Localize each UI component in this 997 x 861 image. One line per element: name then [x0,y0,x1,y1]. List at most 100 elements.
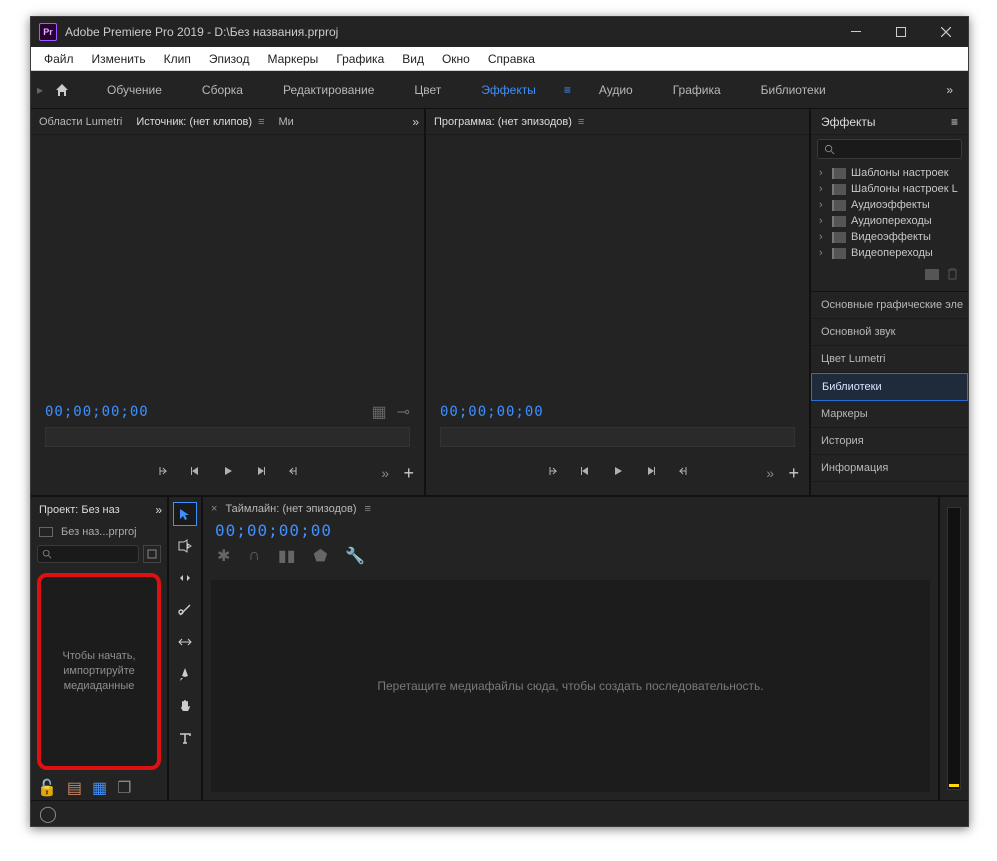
mark-in-button[interactable] [158,464,170,482]
workspace-editing[interactable]: Редактирование [263,73,394,107]
workspace-audio[interactable]: Аудио [579,73,653,107]
tabs-overflow-icon[interactable]: » [412,115,416,129]
magnet-icon[interactable]: ∩ [248,547,260,565]
timeline-hint-label: Перетащите медиафайлы сюда, чтобы создат… [377,679,763,693]
workspace-learn[interactable]: Обучение [87,73,182,107]
source-timecode[interactable]: 00;00;00;00 [45,404,149,420]
panel-lumetri-color[interactable]: Цвет Lumetri [811,346,968,373]
project-filter-button[interactable] [143,545,161,563]
freeform-view-icon[interactable]: ❐ [117,778,131,798]
audio-meter-panel [940,497,968,800]
panel-essential-sound[interactable]: Основной звук [811,319,968,346]
transport-more-icon[interactable]: » [766,465,771,481]
workspace-color[interactable]: Цвет [394,73,461,107]
menu-file[interactable]: Файл [35,50,83,68]
track-select-tool[interactable] [174,535,196,557]
timeline-timecode[interactable]: 00;00;00;00 [203,521,938,540]
menu-sequence[interactable]: Эпизод [200,50,259,68]
slip-tool[interactable] [174,631,196,653]
workspace-menu-icon[interactable]: ≡ [556,83,579,97]
panel-info[interactable]: Информация [811,455,968,482]
tabs-overflow-icon[interactable]: » [155,503,159,517]
menu-help[interactable]: Справка [479,50,544,68]
tab-project[interactable]: Проект: Без наз [39,504,120,516]
step-forward-button[interactable] [644,464,656,482]
workspace-assembly[interactable]: Сборка [182,73,263,107]
mark-out-button[interactable] [676,464,688,482]
menu-edit[interactable]: Изменить [83,50,155,68]
effects-folder[interactable]: ›Аудиоэффекты [811,197,968,213]
step-back-button[interactable] [190,464,202,482]
program-scrubber[interactable] [440,427,795,447]
import-hint-label: Чтобы начать, импортируйте медиаданные [45,649,153,694]
menu-window[interactable]: Окно [433,50,479,68]
panel-libraries[interactable]: Библиотеки [811,373,968,401]
audio-meter[interactable] [947,507,961,790]
linked-selection-icon[interactable]: ▮▮ [278,546,296,566]
hamburger-icon[interactable]: ≡ [258,116,264,128]
play-button[interactable] [612,464,624,482]
menu-graphics[interactable]: Графика [327,50,393,68]
wrench-icon[interactable]: 🔧 [345,546,365,566]
program-timecode[interactable]: 00;00;00;00 [440,404,544,420]
effects-folder[interactable]: ›Шаблоны настроек [811,165,968,181]
workspace-overflow-button[interactable]: » [934,83,962,97]
hamburger-icon[interactable]: ≡ [578,116,584,128]
icon-view-icon[interactable]: ▦ [92,778,107,798]
workspace-graphics[interactable]: Графика [653,73,741,107]
razor-tool[interactable] [174,599,196,621]
tab-lumetri-scopes[interactable]: Области Lumetri [39,116,122,128]
mark-out-button[interactable] [286,464,298,482]
add-button[interactable]: + [788,463,799,484]
mark-in-button[interactable] [548,464,560,482]
type-tool[interactable] [174,727,196,749]
hand-tool[interactable] [174,695,196,717]
transport-more-icon[interactable]: » [381,465,386,481]
timeline-dropzone[interactable]: Перетащите медиафайлы сюда, чтобы создат… [211,580,930,792]
workspace-effects[interactable]: Эффекты [461,73,556,107]
menu-clip[interactable]: Клип [155,50,200,68]
menu-view[interactable]: Вид [393,50,433,68]
tab-truncated[interactable]: Ми [279,116,294,128]
maximize-button[interactable] [878,17,923,47]
selection-tool[interactable] [174,503,196,525]
menu-markers[interactable]: Маркеры [258,50,327,68]
play-button[interactable] [222,464,234,482]
snap-icon[interactable]: ✱ [217,546,230,566]
home-button[interactable] [47,75,77,105]
cc-sync-icon[interactable]: ◯ [39,804,57,824]
effects-folder[interactable]: ›Видеоэффекты [811,229,968,245]
trash-icon[interactable] [947,267,958,285]
add-button[interactable]: + [403,463,414,484]
source-scrubber[interactable] [45,427,410,447]
project-search-input[interactable] [37,545,139,563]
ripple-edit-tool[interactable] [174,567,196,589]
effects-folder[interactable]: ›Аудиопереходы [811,213,968,229]
new-bin-icon[interactable] [925,267,939,285]
close-button[interactable] [923,17,968,47]
minimize-button[interactable] [833,17,878,47]
panel-menu-icon[interactable]: ≡ [365,503,371,515]
panel-history[interactable]: История [811,428,968,455]
effects-folder[interactable]: ›Видеопереходы [811,245,968,261]
step-forward-button[interactable] [254,464,266,482]
import-media-dropzone[interactable]: Чтобы начать, импортируйте медиаданные [37,573,161,770]
list-view-icon[interactable]: ▤ [67,778,82,798]
step-back-button[interactable] [580,464,592,482]
tab-timeline[interactable]: Таймлайн: (нет эпизодов) [225,503,356,515]
fit-icon[interactable]: ▦ [371,402,386,422]
lock-icon[interactable]: 🔓 [37,778,57,798]
workspace-libraries[interactable]: Библиотеки [741,73,846,107]
panel-menu-icon[interactable]: ≡ [951,115,958,129]
effects-search-input[interactable] [817,139,962,159]
effects-folder[interactable]: ›Шаблоны настроек L [811,181,968,197]
settings-icon[interactable]: ⊸ [397,402,410,422]
panel-essential-graphics[interactable]: Основные графические эле [811,292,968,319]
panel-markers[interactable]: Маркеры [811,401,968,428]
close-tab-icon[interactable]: × [211,503,217,515]
marker-icon[interactable]: ⬟ [314,546,328,566]
tab-source[interactable]: Источник: (нет клипов) ≡ [136,116,264,128]
tab-source-label: Источник: (нет клипов) [136,116,252,128]
tab-program[interactable]: Программа: (нет эпизодов) ≡ [434,116,584,128]
pen-tool[interactable] [174,663,196,685]
